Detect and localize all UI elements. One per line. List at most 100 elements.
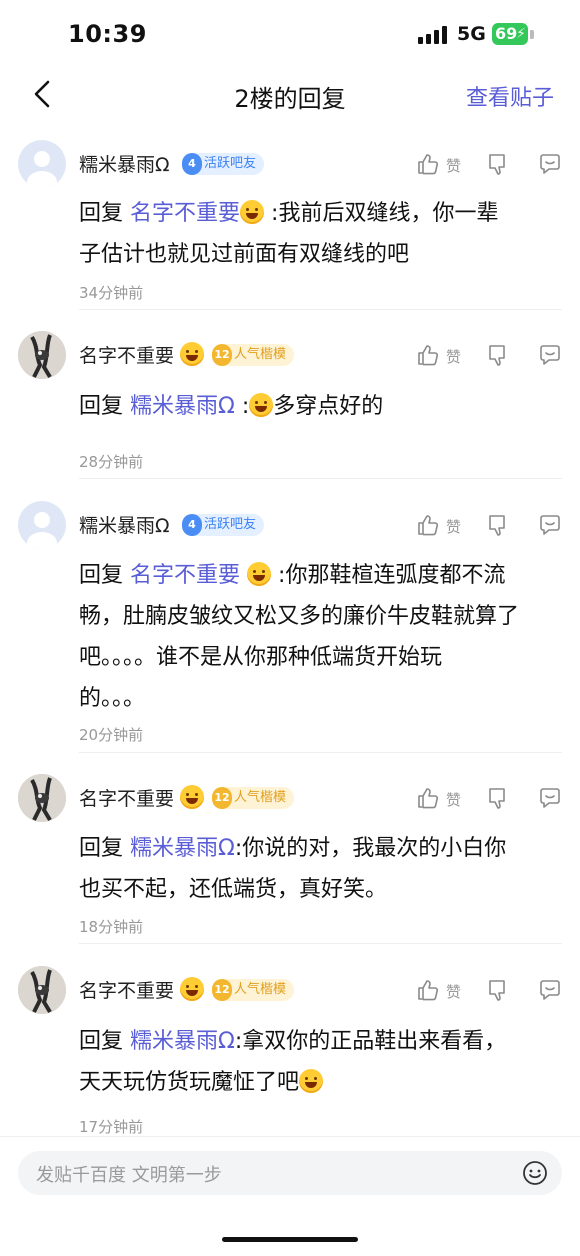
divider [79,943,562,944]
smug-emoji-icon [249,393,274,417]
comment-text: 回复 糯米暴雨Ω:拿双你的正品鞋出来看看， 天天玩仿货玩魔怔了吧 [79,1021,563,1103]
reply-prefix: 回复 [79,201,124,226]
comment-input[interactable]: 发贴千百度 文明第一步 [18,1151,562,1195]
like-label: 赞 [446,983,462,1001]
comment-actions: 赞 [416,152,562,178]
avatar[interactable] [18,501,66,549]
thumb-down-icon [489,515,505,536]
thumb-down-icon [489,980,505,1001]
view-post-link[interactable]: 查看贴子 [466,80,554,112]
reply-button[interactable] [538,343,562,369]
comment-line: :你那鞋楦连弧度都不流 [278,563,506,588]
like-label: 赞 [446,157,462,175]
comment-line: :你说的对，我最次的小白你 [234,836,507,861]
comment-line: :拿双你的正品鞋出来看看， [234,1029,507,1054]
like-button[interactable]: 赞 [416,513,464,539]
comment-line: 的。。。 [79,686,146,711]
dislike-button[interactable] [486,513,512,539]
badge-text: 活跃吧友 [204,517,257,532]
reply-prefix: 回复 [79,563,124,588]
comment-line: 子估计也就见过前面有双缝线的吧 [79,242,410,267]
comment-time: 18分钟前 [79,918,144,936]
reply-button[interactable] [538,786,562,812]
comment-actions: 赞 [416,343,562,369]
user-badge: 12 人气楷模 [212,344,295,366]
mention-link[interactable]: 糯米暴雨Ω [130,1029,235,1054]
comment-line: 也买不起，还低端货，真好笑。 [79,877,388,902]
smile-icon[interactable] [522,1160,548,1186]
dislike-button[interactable] [486,152,512,178]
comment-item: 名字不重要 12 人气楷模 赞 回复 糯米暴雨Ω:你说的对，我最次的小白你 也买… [0,774,580,944]
divider [79,752,562,753]
comment-icon [540,154,560,174]
grin-emoji-icon [180,977,205,1001]
badge-level: 12 [212,344,232,366]
badge-text: 人气楷模 [234,982,287,997]
comment-time: 34分钟前 [79,284,144,302]
comment-icon [540,788,560,808]
comment-line: 吧。。。。谁不是从你那种低端货开始玩 [79,645,443,670]
grin-emoji-icon [240,200,265,224]
mention-link[interactable]: 名字不重要 [130,563,240,588]
comment-actions: 赞 [416,978,562,1004]
signal-icon [418,26,448,44]
like-label: 赞 [446,348,462,366]
nav-bar: 2楼的回复 查看贴子 [0,70,580,120]
network-label: 5G [457,23,486,45]
username[interactable]: 糯米暴雨Ω [79,150,170,177]
username: 名字不重要 [79,976,205,1003]
comment-item: 名字不重要 12 人气楷模 赞 回复 糯米暴雨Ω : 多穿点好的 28分钟前 [0,331,580,479]
thumb-up-icon [418,788,439,809]
like-button[interactable]: 赞 [416,978,464,1004]
badge-text: 人气楷模 [234,790,287,805]
reply-button[interactable] [538,513,562,539]
avatar[interactable] [18,966,66,1014]
battery-level: 69 [495,24,518,43]
status-bar: 10:39 5G 69 ⚡ [0,0,580,70]
username-text[interactable]: 名字不重要 [79,788,174,810]
comment-icon [540,345,560,365]
battery-cap [530,30,534,39]
comment-item: 糯米暴雨Ω 4 活跃吧友 赞 回复 名字不重要 :你那鞋楦连弧度都不流 畅，肚腩… [0,501,580,753]
avatar[interactable] [18,140,66,188]
like-button[interactable]: 赞 [416,343,464,369]
thumb-down-icon [489,345,505,366]
username-text[interactable]: 名字不重要 [79,345,174,367]
avatar[interactable] [18,774,66,822]
divider [79,478,562,479]
divider [79,309,562,310]
like-button[interactable]: 赞 [416,786,464,812]
username: 名字不重要 [79,341,205,368]
thumb-down-icon [489,154,505,175]
thumb-up-icon [418,345,439,366]
mention-link[interactable]: 糯米暴雨Ω [130,394,235,419]
badge-level: 4 [182,514,202,536]
reply-prefix: 回复 [79,1029,124,1054]
comment-line: 多穿点好的 [273,394,384,419]
grin-emoji-icon [180,785,205,809]
comment-line: 天天玩仿货玩魔怔了吧 [79,1070,300,1095]
avatar[interactable] [18,331,66,379]
username[interactable]: 糯米暴雨Ω [79,511,170,538]
badge-level: 12 [212,979,232,1001]
dislike-button[interactable] [486,343,512,369]
comment-actions: 赞 [416,786,562,812]
user-badge: 12 人气楷模 [212,979,295,1001]
reply-button[interactable] [538,978,562,1004]
badge-level: 4 [182,153,202,175]
username-text[interactable]: 名字不重要 [79,980,174,1002]
comment-line: :我前后双缝线，你一辈 [271,201,499,226]
mention-link[interactable]: 糯米暴雨Ω [130,836,235,861]
like-label: 赞 [446,518,462,536]
badge-text: 人气楷模 [234,347,287,362]
mention-link[interactable]: 名字不重要 [130,201,240,226]
comment-time: 28分钟前 [79,453,144,471]
home-indicator[interactable] [222,1237,358,1242]
thumb-up-icon [418,980,439,1001]
user-badge: 12 人气楷模 [212,787,295,809]
grin-emoji-icon [247,562,272,586]
dislike-button[interactable] [486,786,512,812]
dislike-button[interactable] [486,978,512,1004]
reply-button[interactable] [538,152,562,178]
like-button[interactable]: 赞 [416,152,464,178]
